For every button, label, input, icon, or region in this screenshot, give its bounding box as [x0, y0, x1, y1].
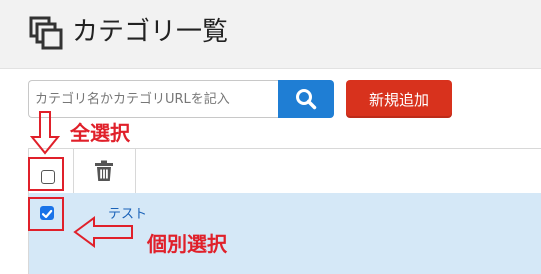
select-individual-annotation: 個別選択: [147, 232, 227, 256]
down-arrow-icon: [29, 111, 61, 155]
select-all-annotation: 全選択: [70, 121, 130, 145]
left-arrow-icon: [73, 216, 133, 248]
